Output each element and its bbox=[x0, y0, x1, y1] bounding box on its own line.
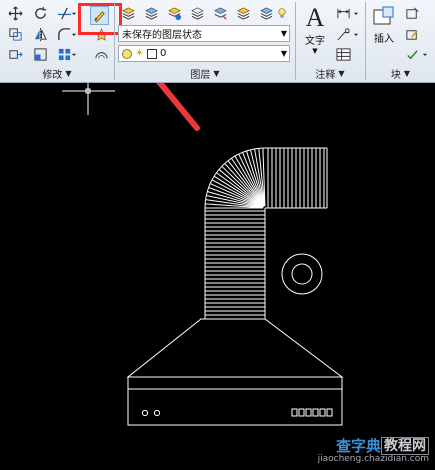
chevron-down-icon bbox=[422, 53, 428, 56]
watermark-site-name-2: 教程网 bbox=[381, 437, 429, 455]
leader-icon bbox=[337, 28, 350, 41]
layer-tool-button-7[interactable] bbox=[257, 4, 276, 23]
modify-panel-title: 修改 bbox=[42, 69, 63, 81]
multileader-dropdown-arrow[interactable] bbox=[352, 25, 360, 44]
copy-tool-button[interactable] bbox=[6, 25, 25, 44]
watermark-site-name-box: 教程网 bbox=[381, 435, 429, 455]
annotation-panel-label[interactable]: 注释 ▼ bbox=[296, 66, 364, 81]
table-button[interactable] bbox=[334, 45, 353, 64]
layer-tool-button-2[interactable] bbox=[142, 4, 161, 23]
chevron-down-icon: ▼ bbox=[280, 49, 287, 58]
ribbon: 修改 ▼ 未保存的图层状态 ▼ ☀ 0 ▼ 图层 ▼ A 文字 ▼ 注释 ▼ 插… bbox=[0, 0, 435, 83]
linear-dimension-icon bbox=[337, 8, 350, 19]
mirror-tool-button[interactable] bbox=[31, 25, 50, 44]
chevron-down-icon: ▼ bbox=[403, 68, 411, 78]
edit-block-button[interactable] bbox=[403, 25, 422, 44]
layer-tool-button-3[interactable] bbox=[165, 4, 184, 23]
text-a-icon: A bbox=[305, 3, 325, 32]
layer-tool-button-6[interactable] bbox=[234, 4, 253, 23]
layer-combo[interactable]: ☀ 0 ▼ bbox=[118, 45, 290, 62]
layer-tool-button-4[interactable] bbox=[188, 4, 207, 23]
text-button-label: 文字 bbox=[305, 36, 325, 47]
move-tool-button[interactable] bbox=[6, 4, 25, 23]
layer-name-value: 0 bbox=[159, 48, 167, 59]
dimension-dropdown-arrow[interactable] bbox=[352, 4, 360, 23]
trim-dropdown-arrow[interactable] bbox=[70, 4, 78, 23]
create-block-button[interactable] bbox=[403, 4, 422, 23]
chevron-down-icon bbox=[71, 33, 77, 36]
offset-icon bbox=[95, 52, 108, 59]
watermark-site-name-1: 查字典 bbox=[335, 437, 381, 455]
layers-panel-label[interactable]: 图层 ▼ bbox=[115, 66, 295, 81]
layer-stack-icon bbox=[237, 7, 250, 20]
layer-stack-icon bbox=[122, 7, 135, 20]
stretch-tool-button[interactable] bbox=[6, 45, 25, 64]
lightbulb-icon bbox=[122, 48, 132, 59]
rotate-icon bbox=[35, 6, 47, 19]
layer-state-combo[interactable]: 未保存的图层状态 ▼ bbox=[118, 25, 290, 42]
layer-tool-button-8[interactable] bbox=[276, 4, 288, 23]
dimension-button[interactable] bbox=[334, 4, 353, 23]
layers-panel-title: 图层 bbox=[190, 69, 211, 81]
scale-icon bbox=[34, 48, 47, 61]
layer-color-swatch bbox=[146, 48, 157, 59]
highlight-box bbox=[78, 3, 122, 35]
chevron-down-icon bbox=[71, 12, 77, 15]
sun-icon: ☀ bbox=[135, 48, 144, 59]
insert-button[interactable]: 插入 bbox=[369, 4, 399, 45]
edit-attributes-button[interactable] bbox=[403, 45, 422, 64]
stretch-icon bbox=[9, 50, 23, 59]
chevron-down-icon bbox=[353, 12, 359, 15]
text-button[interactable]: A 文字 ▼ bbox=[300, 3, 330, 56]
array-dropdown-arrow[interactable] bbox=[70, 45, 78, 64]
layer-stack-icon bbox=[168, 7, 182, 21]
create-block-icon bbox=[406, 7, 419, 19]
layer-properties-button[interactable] bbox=[119, 4, 138, 23]
copy-icon bbox=[9, 28, 22, 41]
insert-button-label: 插入 bbox=[374, 34, 394, 45]
chevron-down-icon: ▼ bbox=[213, 68, 220, 78]
table-icon bbox=[336, 48, 351, 61]
drawing-canvas[interactable]: 查字典 教程网 jiaocheng.chazidian.com bbox=[0, 83, 435, 467]
modify-panel-label[interactable]: 修改 ▼ bbox=[0, 66, 114, 81]
layer-stack-icon bbox=[191, 7, 204, 20]
block-panel-label[interactable]: 块 ▼ bbox=[366, 66, 435, 81]
rotate-tool-button[interactable] bbox=[31, 4, 50, 23]
multileader-button[interactable] bbox=[334, 25, 353, 44]
chevron-down-icon: ▼ bbox=[280, 29, 287, 38]
watermark-url: jiaocheng.chazidian.com bbox=[317, 454, 429, 464]
layer-stack-icon bbox=[214, 7, 227, 20]
offset-tool-button[interactable] bbox=[92, 45, 111, 64]
fillet-dropdown-arrow[interactable] bbox=[70, 25, 78, 44]
block-panel-title: 块 bbox=[390, 69, 401, 81]
chevron-down-icon: ▼ bbox=[312, 47, 318, 55]
edit-block-icon bbox=[406, 30, 418, 40]
move-icon bbox=[8, 6, 23, 21]
chevron-down-icon: ▼ bbox=[338, 68, 345, 78]
insert-block-icon bbox=[373, 6, 394, 25]
layer-stack-icon bbox=[145, 7, 158, 20]
mirror-icon bbox=[34, 27, 47, 42]
chevron-down-icon bbox=[71, 53, 77, 56]
layer-tool-button-5[interactable] bbox=[211, 4, 230, 23]
layer-stack-icon bbox=[260, 7, 273, 20]
edit-attributes-dropdown-arrow[interactable] bbox=[421, 45, 429, 64]
annotation-panel-title: 注释 bbox=[315, 69, 336, 81]
lightbulb-icon bbox=[278, 8, 286, 18]
scale-tool-button[interactable] bbox=[31, 45, 50, 64]
chevron-down-icon: ▼ bbox=[65, 68, 72, 78]
edit-attributes-icon bbox=[407, 50, 418, 60]
annotation-arrow bbox=[156, 83, 200, 131]
chevron-down-icon bbox=[353, 33, 359, 36]
watermark-site-name: 查字典 bbox=[336, 435, 387, 456]
layer-state-value: 未保存的图层状态 bbox=[122, 30, 202, 41]
